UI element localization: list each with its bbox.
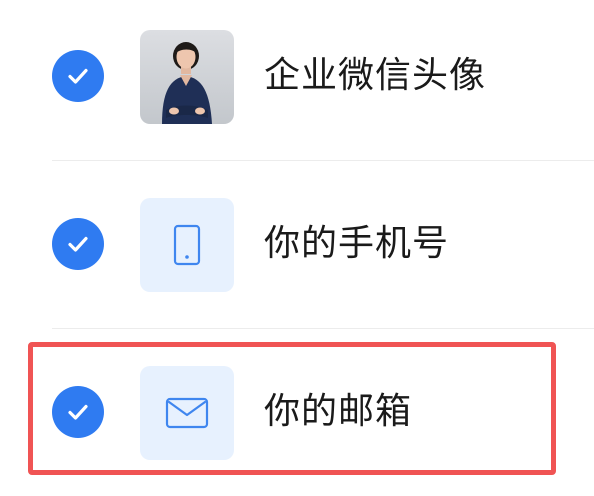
checked-icon[interactable] (52, 218, 104, 270)
list-item-avatar[interactable]: 企业微信头像 (0, 0, 594, 160)
permission-list: 企业微信头像 你的手机号 你的邮箱 (0, 0, 594, 492)
list-item-phone[interactable]: 你的手机号 (0, 160, 594, 328)
phone-icon (173, 224, 201, 266)
mail-icon-tile (140, 366, 234, 460)
avatar-photo (140, 30, 234, 124)
item-label: 企业微信头像 (264, 55, 487, 96)
mail-icon (165, 397, 209, 429)
item-label: 你的手机号 (264, 223, 450, 264)
item-label: 你的邮箱 (264, 391, 413, 432)
checked-icon[interactable] (52, 386, 104, 438)
phone-icon-tile (140, 198, 234, 292)
list-item-email[interactable]: 你的邮箱 (0, 328, 594, 496)
checked-icon[interactable] (52, 50, 104, 102)
